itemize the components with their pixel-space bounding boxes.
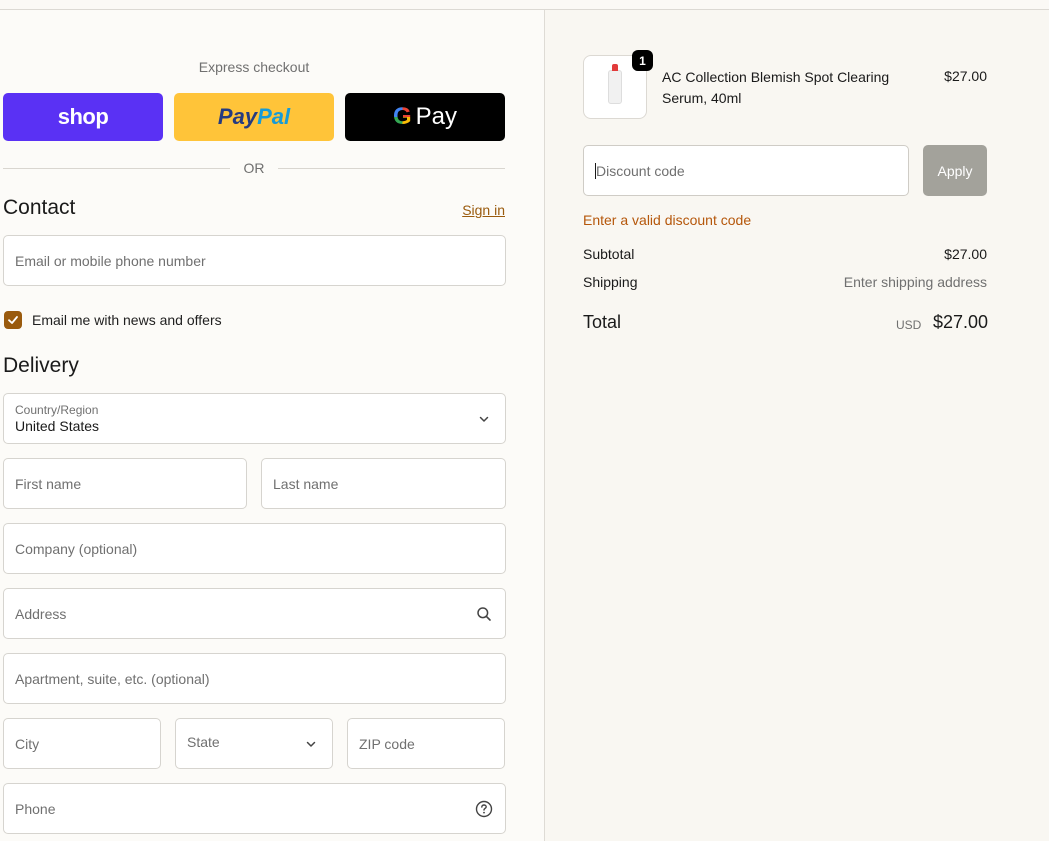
total-label: Total — [583, 312, 622, 332]
shipping-label: Shipping — [583, 274, 638, 290]
company-field[interactable]: Company (optional) — [3, 523, 506, 574]
or-separator: OR — [243, 160, 265, 176]
paypal-logo-pay: Pay — [217, 104, 258, 129]
address-field[interactable]: Address — [3, 588, 506, 639]
email-placeholder: Email or mobile phone number — [15, 252, 206, 269]
sign-in-link[interactable]: Sign in — [462, 202, 505, 218]
shipping-value: Enter shipping address — [843, 274, 987, 290]
news-checkbox-label: Email me with news and offers — [32, 312, 222, 328]
chevron-down-icon — [302, 735, 320, 753]
subtotal-value: $27.00 — [944, 246, 987, 262]
chevron-down-icon — [475, 410, 493, 428]
checkmark-icon — [8, 316, 18, 324]
google-pay-button[interactable]: G Pay — [345, 93, 505, 141]
country-value: United States — [15, 418, 100, 434]
shop-pay-logo: shop — [57, 104, 109, 129]
last-name-field[interactable]: Last name — [261, 458, 506, 509]
product-name: AC Collection Blemish Spot Clearing Seru… — [662, 69, 890, 106]
google-pay-label: Pay — [415, 103, 458, 130]
delivery-heading: Delivery — [3, 354, 79, 377]
google-g-icon: G — [392, 103, 412, 130]
state-select[interactable]: State — [175, 718, 333, 769]
order-summary-column: 1 AC Collection Blemish Spot Clearing Se… — [545, 10, 1049, 841]
first-name-placeholder: First name — [15, 475, 82, 492]
subtotal-label: Subtotal — [583, 246, 635, 262]
or-divider-right — [278, 168, 505, 169]
zip-placeholder: ZIP code — [359, 735, 415, 752]
total-value: $27.00 — [932, 312, 988, 332]
help-icon[interactable] — [475, 800, 493, 818]
phone-field[interactable]: Phone — [3, 783, 506, 834]
phone-placeholder: Phone — [15, 800, 56, 817]
discount-error-message: Enter a valid discount code — [583, 212, 752, 228]
country-select[interactable]: Country/Region United States — [3, 393, 506, 444]
quantity-badge: 1 — [632, 50, 653, 71]
state-placeholder: State — [187, 734, 220, 750]
apartment-field[interactable]: Apartment, suite, etc. (optional) — [3, 653, 506, 704]
apartment-placeholder: Apartment, suite, etc. (optional) — [15, 670, 210, 687]
discount-code-field[interactable]: Discount code — [583, 145, 909, 196]
first-name-field[interactable]: First name — [3, 458, 247, 509]
serum-bottle-image — [608, 64, 622, 104]
apply-discount-button[interactable]: Apply — [923, 145, 987, 196]
city-field[interactable]: City — [3, 718, 161, 769]
discount-code-placeholder: Discount code — [596, 162, 685, 179]
email-field[interactable]: Email or mobile phone number — [3, 235, 506, 286]
search-icon — [475, 605, 493, 623]
last-name-placeholder: Last name — [273, 475, 339, 492]
or-divider-left — [3, 168, 230, 169]
total-currency: USD — [896, 318, 922, 332]
paypal-logo-pal: Pal — [257, 104, 291, 129]
express-checkout-title: Express checkout — [198, 59, 310, 75]
paypal-button[interactable]: Pay Pal — [174, 93, 334, 141]
company-placeholder: Company (optional) — [15, 540, 138, 557]
shop-pay-button[interactable]: shop — [3, 93, 163, 141]
city-placeholder: City — [15, 735, 40, 752]
checkout-form-column: Express checkout shop Pay Pal G Pay OR Co… — [0, 10, 544, 841]
contact-heading: Contact — [3, 196, 76, 219]
zip-field[interactable]: ZIP code — [347, 718, 505, 769]
address-placeholder: Address — [15, 605, 67, 622]
news-checkbox[interactable] — [4, 311, 22, 329]
country-label: Country/Region — [15, 403, 99, 417]
product-price: $27.00 — [944, 68, 987, 84]
